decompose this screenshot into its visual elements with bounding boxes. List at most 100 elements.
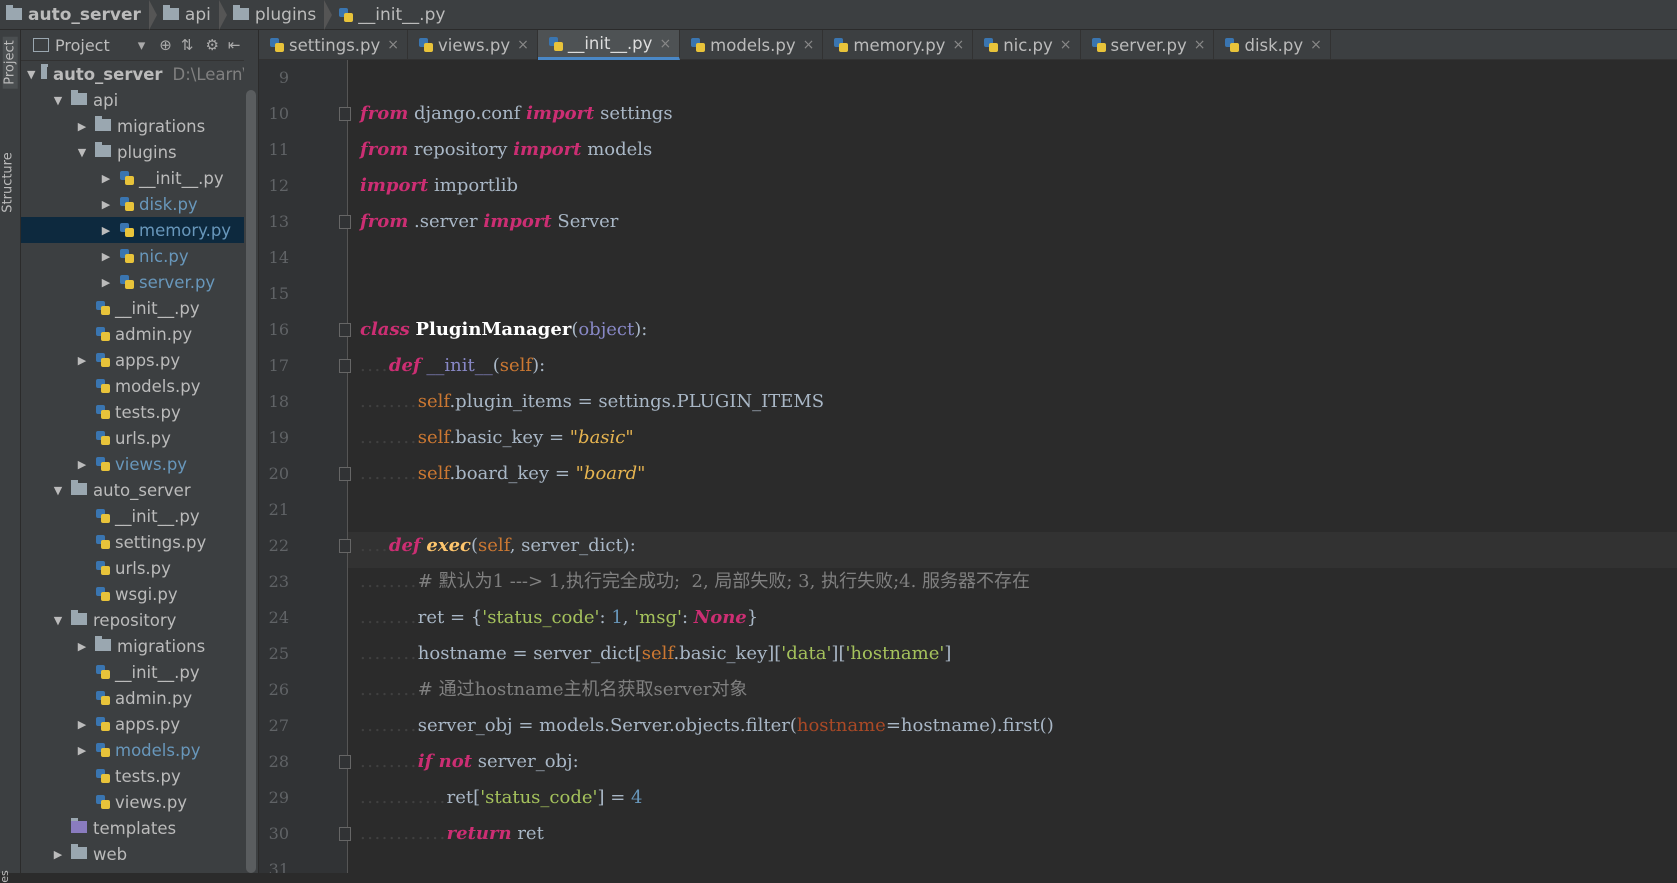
- line-number: 23: [268, 572, 289, 591]
- breadcrumb-item-init[interactable]: __init__.py: [332, 0, 451, 30]
- tree-item[interactable]: ▶ server.py: [21, 269, 258, 295]
- expand-right-icon[interactable]: ▶: [75, 354, 89, 367]
- editor-tab[interactable]: memory.py ×: [823, 30, 974, 60]
- fold-marker-icon[interactable]: [339, 755, 351, 769]
- tree-item[interactable]: ▶admin.py: [21, 321, 258, 347]
- tree-item[interactable]: ▼ auto_server D:\Learn\P: [21, 61, 258, 87]
- fold-marker-icon[interactable]: [339, 467, 351, 481]
- code-line: ............return ret: [360, 816, 544, 852]
- editor-tab[interactable]: models.py ×: [680, 30, 824, 60]
- close-icon[interactable]: ×: [659, 36, 671, 52]
- editor-tab[interactable]: disk.py ×: [1214, 30, 1331, 60]
- editor-tab[interactable]: nic.py ×: [973, 30, 1081, 60]
- gear-icon[interactable]: ⚙: [205, 36, 218, 54]
- project-scrollbar[interactable]: [244, 60, 258, 873]
- indent-guide: ....: [360, 535, 389, 556]
- indent-guide: ........: [360, 679, 418, 700]
- tree-item[interactable]: ▶models.py: [21, 373, 258, 399]
- close-icon[interactable]: ×: [1060, 37, 1072, 53]
- project-view-selector[interactable]: Project: [55, 36, 110, 55]
- line-number: 20: [268, 464, 289, 483]
- structure-tool-tab[interactable]: Structure: [1, 152, 16, 212]
- tree-item[interactable]: ▶admin.py: [21, 685, 258, 711]
- tree-item[interactable]: ▶templates: [21, 815, 258, 841]
- tree-item[interactable]: ▶ disk.py: [21, 191, 258, 217]
- tree-item[interactable]: ▶views.py: [21, 451, 258, 477]
- code-line: from django.conf import settings: [360, 96, 673, 132]
- tree-item[interactable]: ▼ api: [21, 87, 258, 113]
- close-icon[interactable]: ×: [517, 37, 529, 53]
- breadcrumb-item-api[interactable]: api: [157, 0, 217, 30]
- tree-item[interactable]: ▶tests.py: [21, 763, 258, 789]
- expand-right-icon[interactable]: ▶: [75, 718, 89, 731]
- tree-item[interactable]: ▶ memory.py: [21, 217, 258, 243]
- tree-item[interactable]: ▶urls.py: [21, 555, 258, 581]
- expand-right-icon[interactable]: ▶: [51, 848, 65, 861]
- tree-item[interactable]: ▶settings.py: [21, 529, 258, 555]
- fold-marker-icon[interactable]: [339, 107, 351, 121]
- expand-down-icon[interactable]: ▼: [51, 484, 65, 497]
- editor-tab[interactable]: views.py ×: [408, 30, 538, 60]
- tree-item[interactable]: ▶wsgi.py: [21, 581, 258, 607]
- tree-item[interactable]: ▶ nic.py: [21, 243, 258, 269]
- expand-down-icon[interactable]: ▼: [75, 146, 89, 159]
- code-editor[interactable]: 9 10 11 12 13 14 15 16 17 18 19 20 21 22 23 24 25 26 27 28 2…: [259, 60, 1677, 873]
- tree-item-label: plugins: [117, 142, 177, 162]
- tree-item-label: auto_server: [52, 64, 163, 84]
- expand-right-icon[interactable]: ▶: [99, 276, 113, 289]
- expand-right-icon[interactable]: ▶: [75, 120, 89, 133]
- expand-down-icon[interactable]: ▼: [27, 68, 35, 81]
- tree-item-label: urls.py: [115, 558, 171, 578]
- fold-marker-icon[interactable]: [339, 215, 351, 229]
- editor-tab[interactable]: __init__.py ×: [537, 30, 681, 60]
- folder-icon: [71, 844, 87, 859]
- tree-item[interactable]: ▶urls.py: [21, 425, 258, 451]
- expand-down-icon[interactable]: ▼: [51, 614, 65, 627]
- code-line: ........self.basic_key = "basic": [360, 420, 634, 456]
- tree-item[interactable]: ▼ auto_server: [21, 477, 258, 503]
- fold-marker-icon[interactable]: [339, 539, 351, 553]
- expand-right-icon[interactable]: ▶: [99, 172, 113, 185]
- crosshair-locate-icon[interactable]: ⊕: [159, 36, 172, 54]
- expand-down-icon[interactable]: ▼: [51, 94, 65, 107]
- close-icon[interactable]: ×: [1194, 37, 1206, 53]
- tree-item[interactable]: ▶tests.py: [21, 399, 258, 425]
- tree-item[interactable]: ▼ plugins: [21, 139, 258, 165]
- tree-item[interactable]: ▶models.py: [21, 737, 258, 763]
- editor-tab[interactable]: server.py ×: [1081, 30, 1215, 60]
- tree-item[interactable]: ▶__init__.py: [21, 659, 258, 685]
- code-token: return: [446, 823, 512, 844]
- expand-right-icon[interactable]: ▶: [75, 640, 89, 653]
- close-icon[interactable]: ×: [952, 37, 964, 53]
- tree-item[interactable]: ▶ web: [21, 841, 258, 867]
- close-icon[interactable]: ×: [1310, 37, 1322, 53]
- close-icon[interactable]: ×: [803, 37, 815, 53]
- tree-item[interactable]: ▶__init__.py: [21, 503, 258, 529]
- tree-item[interactable]: ▶ apps.py: [21, 711, 258, 737]
- tree-item[interactable]: ▼ repository: [21, 607, 258, 633]
- project-tool-tab[interactable]: Project: [2, 36, 18, 89]
- expand-right-icon[interactable]: ▶: [75, 744, 89, 757]
- close-icon[interactable]: ×: [387, 37, 399, 53]
- tree-item[interactable]: ▶__init__.py: [21, 165, 258, 191]
- tree-item[interactable]: ▶views.py: [21, 789, 258, 815]
- breadcrumb-item-plugins[interactable]: plugins: [227, 0, 322, 30]
- tree-item[interactable]: ▶ migrations: [21, 113, 258, 139]
- collapse-all-icon[interactable]: ⇅: [181, 36, 194, 54]
- editor-tab[interactable]: settings.py ×: [259, 30, 409, 60]
- hide-panel-icon[interactable]: ⇤: [228, 36, 241, 54]
- tree-item[interactable]: ▶__init__.py: [21, 295, 258, 321]
- dropdown-chevron-icon[interactable]: ▾: [138, 36, 146, 54]
- bottom-tool-tab[interactable]: es: [0, 870, 11, 883]
- fold-marker-icon[interactable]: [339, 323, 351, 337]
- expand-right-icon[interactable]: ▶: [99, 250, 113, 263]
- expand-right-icon[interactable]: ▶: [75, 458, 89, 471]
- expand-right-icon[interactable]: ▶: [99, 224, 113, 237]
- tree-item[interactable]: ▶ apps.py: [21, 347, 258, 373]
- fold-marker-icon[interactable]: [339, 827, 351, 841]
- fold-marker-icon[interactable]: [339, 359, 351, 373]
- expand-right-icon[interactable]: ▶: [99, 198, 113, 211]
- tree-item[interactable]: ▶ migrations: [21, 633, 258, 659]
- breadcrumb-item-auto-server[interactable]: auto_server: [0, 0, 147, 30]
- scrollbar-thumb[interactable]: [246, 90, 256, 873]
